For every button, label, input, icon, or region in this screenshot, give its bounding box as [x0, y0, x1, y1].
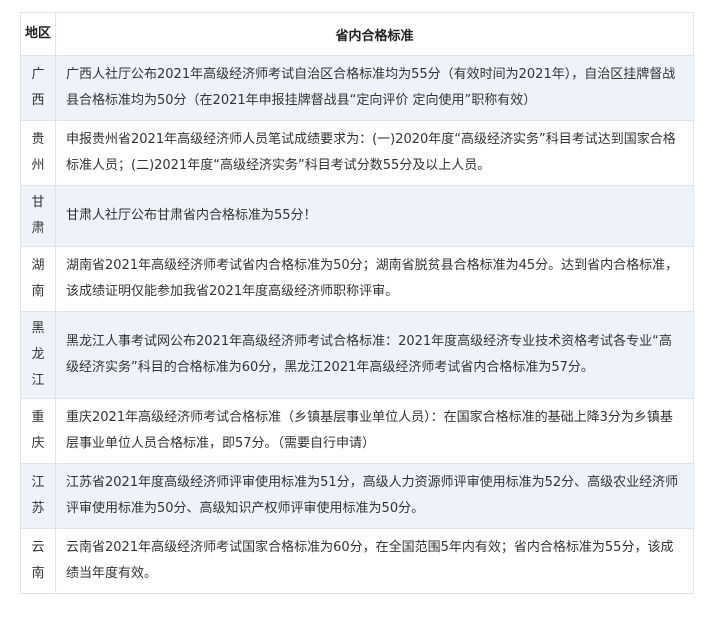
table-row: 黑龙江 黑龙江人事考试网公布2021年高级经济师考试合格标准：2021年度高级经…	[20, 311, 694, 399]
standard-cell: 广西人社厅公布2021年高级经济师考试自治区合格标准均为55分（有效时间为202…	[55, 55, 694, 121]
standard-cell: 江苏省2021年度高级经济师评审使用标准为51分，高级人力资源师评审使用标准为5…	[55, 463, 694, 529]
region-cell: 云南	[20, 528, 56, 594]
standards-table: 地区 省内合格标准 广西 广西人社厅公布2021年高级经济师考试自治区合格标准均…	[20, 12, 694, 594]
table-row: 江苏 江苏省2021年度高级经济师评审使用标准为51分，高级人力资源师评审使用标…	[20, 463, 694, 529]
table-row: 重庆 重庆2021年高级经济师考试合格标准（乡镇基层事业单位人员）：在国家合格标…	[20, 398, 694, 464]
region-cell: 重庆	[20, 398, 56, 464]
region-cell: 江苏	[20, 463, 56, 529]
header-standard: 省内合格标准	[55, 12, 694, 56]
table-row: 甘肃 甘肃人社厅公布甘肃省内合格标准为55分！	[20, 185, 694, 247]
table-header-row: 地区 省内合格标准	[20, 12, 694, 56]
region-cell: 黑龙江	[20, 311, 56, 399]
standards-table-container: 地区 省内合格标准 广西 广西人社厅公布2021年高级经济师考试自治区合格标准均…	[20, 12, 694, 594]
standard-cell: 申报贵州省2021年高级经济师人员笔试成绩要求为：(一)2020年度“高级经济实…	[55, 120, 694, 186]
standard-cell: 湖南省2021年高级经济师考试省内合格标准为50分；湖南省脱贫县合格标准为45分…	[55, 246, 694, 312]
standard-cell: 黑龙江人事考试网公布2021年高级经济师考试合格标准：2021年度高级经济专业技…	[55, 311, 694, 399]
table-row: 湖南 湖南省2021年高级经济师考试省内合格标准为50分；湖南省脱贫县合格标准为…	[20, 246, 694, 312]
table-row: 云南 云南省2021年高级经济师考试国家合格标准为60分，在全国范围5年内有效；…	[20, 528, 694, 594]
standard-cell: 云南省2021年高级经济师考试国家合格标准为60分，在全国范围5年内有效；省内合…	[55, 528, 694, 594]
table-row: 贵州 申报贵州省2021年高级经济师人员笔试成绩要求为：(一)2020年度“高级…	[20, 120, 694, 186]
table-row: 广西 广西人社厅公布2021年高级经济师考试自治区合格标准均为55分（有效时间为…	[20, 55, 694, 121]
standard-cell: 重庆2021年高级经济师考试合格标准（乡镇基层事业单位人员）：在国家合格标准的基…	[55, 398, 694, 464]
region-cell: 广西	[20, 55, 56, 121]
header-region: 地区	[20, 12, 56, 56]
region-cell: 甘肃	[20, 185, 56, 247]
standard-cell: 甘肃人社厅公布甘肃省内合格标准为55分！	[55, 185, 694, 247]
region-cell: 湖南	[20, 246, 56, 312]
region-cell: 贵州	[20, 120, 56, 186]
